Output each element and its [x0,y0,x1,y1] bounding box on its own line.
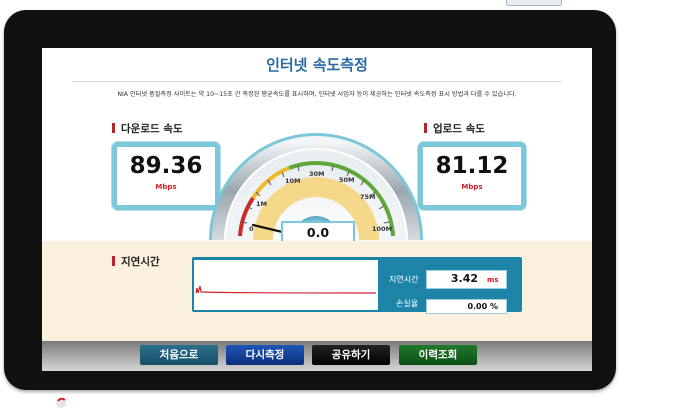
share-button[interactable]: 공유하기 [312,345,390,365]
top-badge [506,0,562,6]
upload-label: 업로드 속도 [424,121,485,136]
history-button[interactable]: 이력조회 [399,345,477,365]
gauge-tick-30m: 30M [309,170,325,178]
upload-value-box: 81.12 Mbps [418,142,526,210]
gauge-tick-100m: 100M [372,225,392,233]
latency-graph [194,260,378,310]
download-label: 다운로드 속도 [112,121,183,136]
download-unit: Mbps [155,183,177,191]
upload-value: 81.12 [435,153,509,179]
gauge-tick-75m: 75M [360,193,376,201]
loss-rate-value: 0.00 % [467,302,498,311]
speedtest-screen: 인터넷 속도측정 NIA 인터넷 품질측정 사이트는 약 10~15초 간 측정… [42,48,592,371]
title-divider [72,81,562,82]
upload-unit: Mbps [461,183,483,191]
gauge-tick-50m: 50M [339,176,355,184]
latency-time-unit: ms [487,276,499,284]
gauge-tick-0: 0 [249,225,254,233]
download-value: 89.36 [129,153,203,179]
gauge-tick-10m: 10M [285,177,301,185]
latency-graph-line [195,285,377,294]
download-value-box: 89.36 Mbps [112,142,220,210]
description-text: NIA 인터넷 품질측정 사이트는 약 10~15초 간 측정된 평균속도를 표… [117,91,517,98]
logo-icon [56,397,66,408]
retest-button[interactable]: 다시측정 [226,345,304,365]
latency-section-label: 지연시간 [112,254,160,269]
page-title: 인터넷 속도측정 [266,56,368,74]
gauge-tick-1m: 1M [256,200,267,208]
latency-time-label: 지연시간 [389,275,419,284]
tablet-frame: 인터넷 속도측정 NIA 인터넷 품질측정 사이트는 약 10~15초 간 측정… [4,10,616,390]
home-button[interactable]: 처음으로 [140,345,218,365]
loss-rate-label: 손실율 [396,299,419,308]
latency-time-value: 3.42 [450,272,478,285]
